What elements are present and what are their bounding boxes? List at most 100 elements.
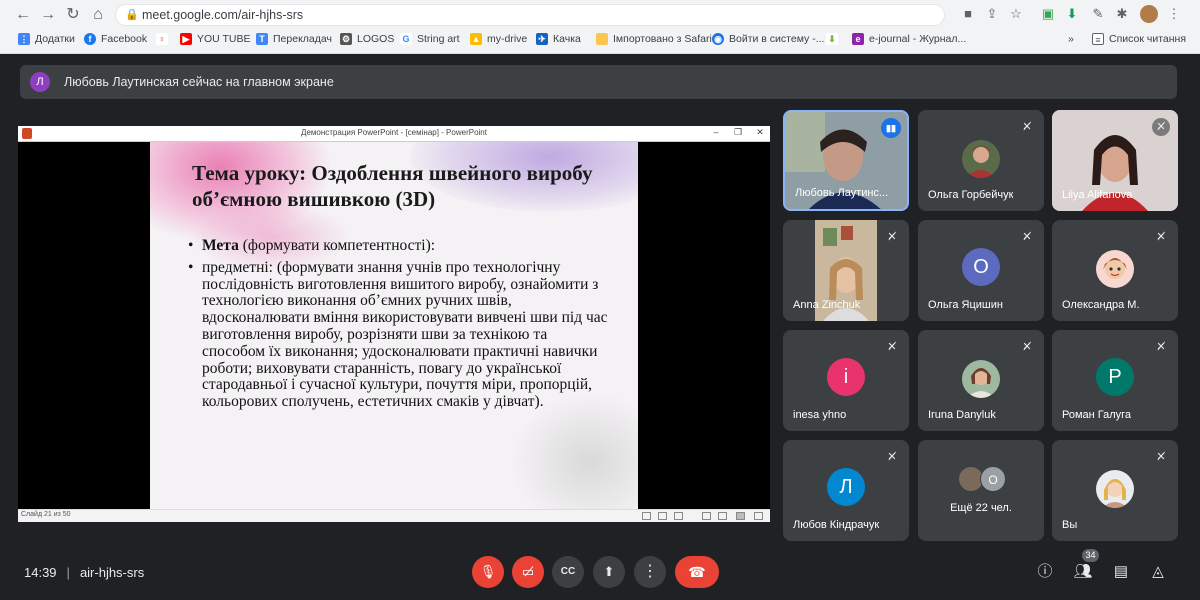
- camera-icon[interactable]: ■: [960, 6, 976, 21]
- back-icon[interactable]: ←: [12, 5, 34, 25]
- menu-dots-icon[interactable]: ⋮: [1166, 6, 1182, 22]
- meeting-code: air-hjhs-srs: [79, 565, 145, 580]
- chat-button[interactable]: ▤: [1109, 560, 1133, 584]
- activities-icon: ◬: [1152, 563, 1164, 580]
- browser-chrome: ← → ↻ ⌂ 🔒 meet.google.com/air-hjhs-srs ■…: [0, 0, 1200, 54]
- presenting-banner: Л Любовь Лаутинская сейчас на главном эк…: [20, 65, 1177, 99]
- ppt-status-bar: Слайд 21 из 50: [18, 509, 770, 522]
- participant-name: Iruna Danyluk: [928, 409, 996, 421]
- home-icon[interactable]: ⌂: [87, 5, 109, 25]
- slide-title: Тема уроку: Оздоблення швейного виробу о…: [192, 161, 593, 211]
- people-button[interactable]: 👥︎: [1071, 560, 1095, 584]
- participant-tile[interactable]: ✕̸ Lilya Alifanova: [1052, 110, 1178, 211]
- more-participants-label: Ещё 22 чел.: [950, 502, 1012, 514]
- view-icon-1: [642, 512, 651, 520]
- view-icon-3: [674, 512, 683, 520]
- bookmark-string-art[interactable]: G String art: [400, 33, 460, 45]
- more-participants-avatars: О: [958, 466, 1008, 492]
- profile-avatar[interactable]: [1140, 5, 1158, 23]
- minimize-icon: –: [713, 127, 719, 137]
- view-icon-4: [702, 512, 711, 520]
- mic-toggle-button[interactable]: 🎙︎: [472, 556, 504, 588]
- more-participants-tile[interactable]: О Ещё 22 чел.: [918, 440, 1044, 541]
- bookmark-ejournal[interactable]: e e-journal - Журнал...: [852, 33, 966, 45]
- star-icon[interactable]: ☆: [1008, 6, 1024, 22]
- forward-icon[interactable]: →: [37, 5, 59, 25]
- bookmark-kachka[interactable]: ✈ Качка: [536, 33, 581, 45]
- extension-icon-1[interactable]: ▣: [1040, 6, 1056, 22]
- participant-tile[interactable]: ✕̸ Л Любов Кіндрачук: [783, 440, 909, 541]
- participant-tile[interactable]: ✕̸ Ольга Горбейчук: [918, 110, 1044, 211]
- logos-icon: ⚙: [340, 33, 352, 45]
- participant-tile[interactable]: ✕̸ О Ольга Яцишин: [918, 220, 1044, 321]
- camera-toggle-button[interactable]: ▭̸: [512, 556, 544, 588]
- bullet-goal: Мета (формувати компетентності):: [188, 237, 608, 255]
- bookmark-my-drive[interactable]: ▲ my-drive: [470, 33, 527, 45]
- participant-avatar: Р: [1096, 358, 1134, 396]
- chat-icon: ▤: [1113, 563, 1129, 580]
- participant-name: Любовь Лаутинс...: [795, 187, 889, 199]
- presenting-text: Любовь Лаутинская сейчас на главном экра…: [64, 75, 334, 89]
- participant-name: Ольга Яцишин: [928, 299, 1003, 311]
- bookmark-login[interactable]: ◉ Войти в систему -...: [712, 33, 824, 45]
- extension-icon-3[interactable]: ✎: [1090, 6, 1106, 22]
- meeting-details-button[interactable]: ⓘ: [1033, 560, 1057, 584]
- bookmark-facebook[interactable]: f Facebook: [84, 33, 147, 45]
- participant-tile[interactable]: ✕̸ Олександра М.: [1052, 220, 1178, 321]
- bookmark-safari-import[interactable]: Імпортовано з Safari: [596, 33, 712, 45]
- participant-name: Роман Галуга: [1062, 409, 1132, 421]
- share-icon[interactable]: ⇪: [984, 6, 1000, 22]
- activities-button[interactable]: ◬: [1146, 560, 1170, 584]
- participant-name: Вы: [1062, 519, 1078, 531]
- bookmark-translate[interactable]: T Перекладач: [256, 33, 332, 45]
- participant-name: Олександра М.: [1062, 299, 1140, 311]
- speaking-indicator-icon: ▮▮: [881, 118, 901, 138]
- facebook-icon: f: [84, 33, 96, 45]
- view-icon-2: [658, 512, 667, 520]
- figure-icon: ♀: [156, 33, 168, 45]
- apps-grid-icon: ⋮: [18, 33, 30, 45]
- ppt-window-title: Демонстрация PowerPoint - [семінар] - Po…: [301, 128, 487, 137]
- mic-off-icon: ✕̸: [1156, 451, 1166, 463]
- bookmark-apps[interactable]: ⋮ Додатки: [18, 33, 75, 45]
- self-tile[interactable]: ✕̸ Вы: [1052, 440, 1178, 541]
- leave-call-button[interactable]: ☎: [675, 556, 719, 588]
- bookmark-green[interactable]: ⬇: [826, 33, 838, 45]
- present-button[interactable]: ⬆: [593, 556, 625, 588]
- extension-icon-2[interactable]: ⬇: [1064, 6, 1080, 22]
- puzzle-icon[interactable]: ✱: [1114, 6, 1130, 22]
- captions-icon: CC: [560, 566, 576, 577]
- view-icon-7: [754, 512, 763, 520]
- participant-tile[interactable]: ✕̸ Iruna Danyluk: [918, 330, 1044, 431]
- bookmarks-overflow-icon[interactable]: »: [1068, 33, 1074, 45]
- reading-list-icon: ≡: [1092, 33, 1104, 45]
- presenter-avatar: Л: [30, 72, 50, 92]
- participant-avatar: [1096, 250, 1134, 288]
- address-bar[interactable]: 🔒 meet.google.com/air-hjhs-srs: [115, 4, 945, 26]
- participant-avatar: [962, 140, 1000, 178]
- participant-tile[interactable]: ✕̸ Р Роман Галуга: [1052, 330, 1178, 431]
- mic-off-icon: ✕̸: [887, 341, 897, 353]
- participant-name: Anna Zinchuk: [793, 299, 861, 311]
- bookmark-logos[interactable]: ⚙ LOGOS: [340, 33, 394, 45]
- more-options-button[interactable]: ⋮: [634, 556, 666, 588]
- mic-off-icon: ✕̸: [1156, 341, 1166, 353]
- reading-list[interactable]: ≡ Список читання: [1092, 33, 1186, 45]
- captions-button[interactable]: CC: [552, 556, 584, 588]
- url-text: meet.google.com/air-hjhs-srs: [142, 8, 304, 22]
- mic-off-icon: ✕̸: [887, 451, 897, 463]
- reload-icon[interactable]: ↻: [62, 5, 84, 25]
- participant-tile[interactable]: ▮▮ Любовь Лаутинс...: [783, 110, 909, 211]
- duck-icon: ✈: [536, 33, 548, 45]
- close-icon: ✕: [756, 127, 764, 137]
- clock: 14:39: [24, 565, 57, 580]
- participant-tile[interactable]: ✕̸ Anna Zinchuk: [783, 220, 909, 321]
- folder-icon: [596, 33, 608, 45]
- participant-tile[interactable]: ✕̸ i inesa yhno: [783, 330, 909, 431]
- bookmark-youtube[interactable]: ▶ YOU TUBE: [180, 33, 250, 45]
- bookmark-figure[interactable]: ♀: [156, 33, 168, 45]
- youtube-icon: ▶: [180, 33, 192, 45]
- camera-off-icon: ▭̸: [521, 564, 535, 579]
- participant-name: Lilya Alifanova: [1062, 189, 1133, 201]
- info-icon: ⓘ: [1037, 563, 1053, 580]
